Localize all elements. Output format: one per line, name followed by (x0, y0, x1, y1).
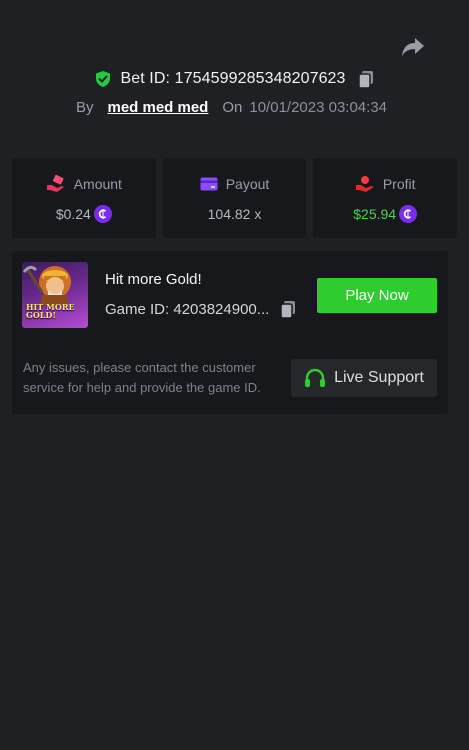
share-icon (402, 38, 424, 56)
shield-check-icon (96, 71, 111, 87)
bet-details-page: Bet ID: 1754599285348207623 By med med m… (0, 0, 469, 750)
profit-value: $25.94 (353, 205, 397, 222)
stat-card-payout: Payout 104.82 x (162, 158, 307, 238)
live-support-label: Live Support (334, 369, 424, 386)
thumbnail-caption: HIT MORE GOLD! (26, 302, 75, 320)
stat-value: 104.82 x (208, 204, 262, 224)
bet-meta-row: By med med med On 10/01/2023 03:04:34 (0, 96, 469, 118)
bet-hand-icon (46, 174, 64, 192)
game-card: HIT MORE GOLD! Hit more Gold! Game ID: 4… (12, 251, 448, 414)
copy-game-id-button[interactable] (280, 300, 297, 319)
coin-icon (93, 204, 112, 223)
stats-row: Amount $0.24 Payout 104.82 x Profit $25.… (12, 158, 458, 238)
stat-card-amount: Amount $0.24 (12, 158, 156, 238)
stat-value: $25.94 (353, 204, 418, 224)
coin-icon (399, 204, 418, 223)
stat-label: Amount (73, 175, 122, 192)
copy-bet-id-button[interactable] (357, 70, 375, 89)
live-support-button[interactable]: Live Support (291, 359, 437, 397)
bet-id-row: Bet ID: 1754599285348207623 (0, 66, 469, 92)
game-title: Hit more Gold! (105, 271, 202, 288)
username-link[interactable]: med med med (107, 99, 208, 116)
play-now-button[interactable]: Play Now (317, 278, 437, 313)
on-label: On (222, 98, 243, 116)
card-icon (200, 177, 218, 190)
profit-hand-icon (355, 175, 374, 192)
amount-value: $0.24 (55, 205, 91, 222)
copy-icon (280, 301, 296, 319)
stat-label: Profit (382, 175, 416, 192)
copy-icon (357, 70, 373, 89)
bet-id: Bet ID: 1754599285348207623 (120, 70, 346, 87)
share-button[interactable] (400, 36, 426, 58)
help-text: Any issues, please contact the customer … (23, 360, 261, 395)
stat-card-profit: Profit $25.94 (313, 158, 458, 238)
stat-value: $0.24 (56, 204, 112, 224)
game-id-row: Game ID: 4203824900... (105, 300, 297, 319)
headset-icon (305, 368, 326, 387)
game-id: Game ID: 4203824900... (105, 301, 270, 318)
payout-value: 104.82 x (207, 205, 262, 222)
game-thumbnail[interactable]: HIT MORE GOLD! (22, 262, 88, 328)
bet-date: 10/01/2023 03:04:34 (249, 98, 388, 116)
by-label: By (75, 98, 94, 116)
stat-label: Payout (225, 175, 270, 192)
